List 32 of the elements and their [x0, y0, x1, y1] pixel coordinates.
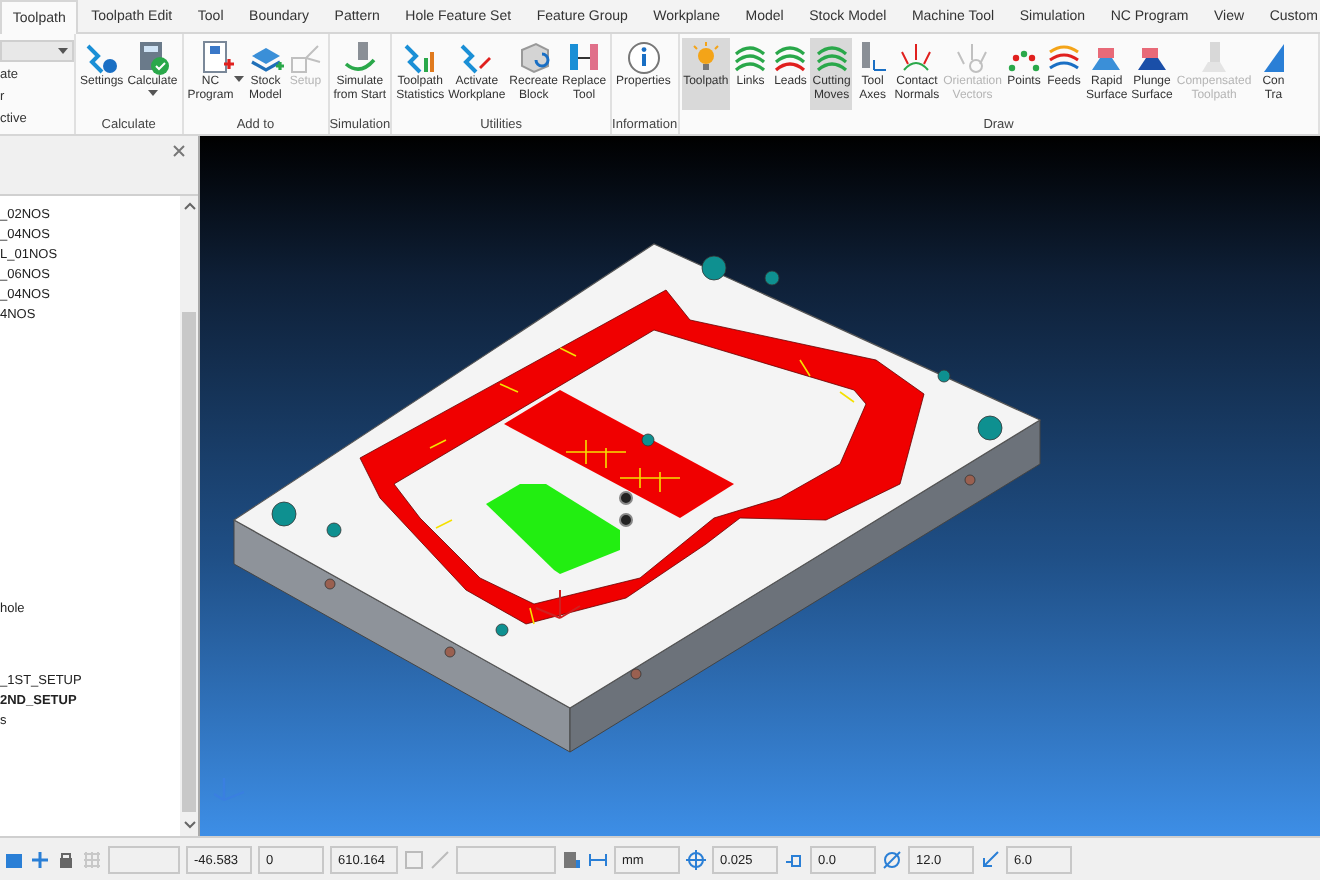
- zigzag-icon: [458, 40, 495, 76]
- scrollbar-thumb[interactable]: [182, 312, 196, 812]
- close-icon: [172, 144, 186, 158]
- caret-icon: [233, 76, 244, 84]
- scroll-down-icon: [183, 820, 195, 830]
- status-field[interactable]: [456, 845, 556, 873]
- rays-icon: [898, 40, 935, 76]
- arrow-icon: [980, 849, 1000, 869]
- calculator-icon: [134, 40, 171, 76]
- tool-swap-icon: [566, 40, 603, 76]
- grid-icon: [82, 849, 102, 869]
- light-bulb-icon: [687, 40, 724, 76]
- wave-lines-icon: [732, 40, 769, 76]
- axes-icon: [287, 40, 324, 76]
- info-icon: [625, 40, 662, 76]
- caret-icon: [58, 47, 68, 55]
- units-icon: [588, 849, 608, 869]
- cube-icon: [515, 40, 552, 76]
- scroll-up-icon: [183, 202, 195, 212]
- dropdown-field[interactable]: [0, 40, 74, 62]
- bar-chart-icon: [402, 40, 439, 76]
- wave-lines-icon: [772, 40, 809, 76]
- crosshair-icon: [686, 849, 706, 869]
- lock-icon: [56, 849, 76, 869]
- wave-lines-icon: [813, 40, 850, 76]
- diameter-icon: [882, 849, 902, 869]
- 3d-viewport[interactable]: [200, 136, 1320, 836]
- panel-icon: [404, 849, 424, 869]
- rays-icon: [954, 40, 991, 76]
- caret-icon: [147, 89, 158, 97]
- status-field[interactable]: [108, 845, 180, 873]
- document-icon: [197, 40, 234, 76]
